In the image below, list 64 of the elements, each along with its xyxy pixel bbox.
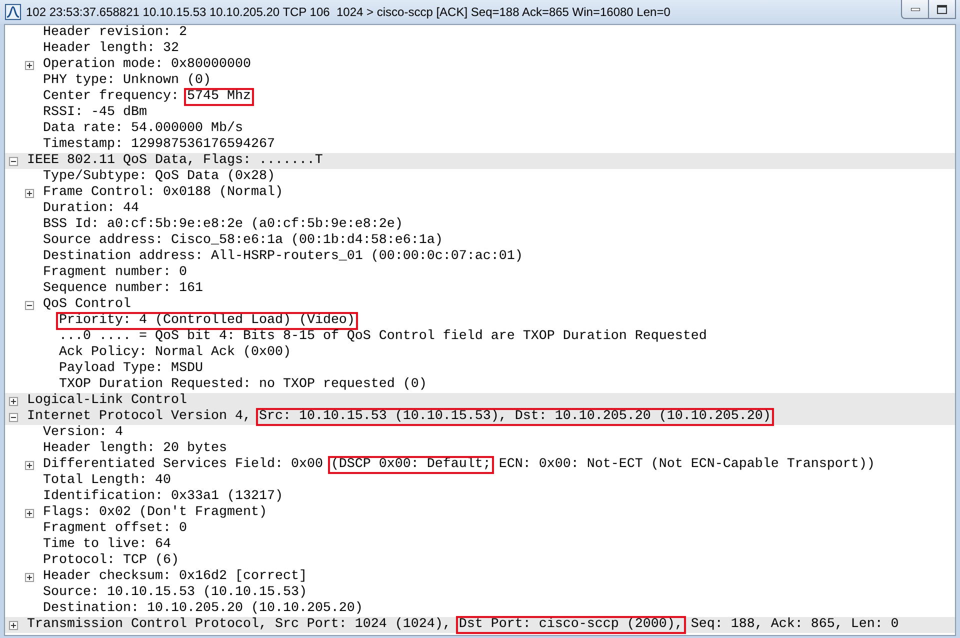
field-text: Data rate: 54.000000 Mb/s [43,121,243,137]
header-row[interactable]: Logical-Link Control [5,393,955,409]
expand-icon[interactable] [25,572,34,582]
field-text: Header length: 20 bytes [43,441,227,457]
highlighted-text: 5745 Mhz [184,89,253,105]
expand-icon[interactable] [9,396,18,406]
field-text: Timestamp: 129987536176594267 [43,137,275,153]
app-icon [5,4,21,20]
field-text: IEEE 802.11 QoS Data, Flags: .......T [27,153,323,169]
window-title: 102 23:53:37.658821 10.10.15.53 10.10.205.20 TCP 106 1024 > cisco-sccp [ACK] Seq=188 Ack=865 Win=16080 Len=0 [26,5,672,19]
field-text: Source: 10.10.15.53 (10.10.15.53) [43,585,307,601]
field-text: Header length: 32 [43,41,179,57]
field-text: Fragment offset: 0 [43,521,187,537]
highlighted-text: Src: 10.10.15.53 (10.10.15.53), Dst: 10.10.205.20 (10.10.205.20) [256,409,773,425]
field-text: Identification: 0x33a1 (13217) [43,489,283,505]
field-text: Source address: Cisco_58:e6:1a (00:1b:d4:58:e6:1a) [43,233,443,249]
field-text: RSSI: -45 dBm [43,105,147,121]
expand-icon[interactable] [25,508,34,518]
field-text: Frame Control: 0x0188 (Normal) [43,185,283,201]
field-text: Header checksum: 0x16d2 [correct] [43,569,307,585]
field-text: Internet Protocol Version 4, [27,409,252,425]
field-text: Time to live: 64 [43,537,171,553]
field-text: Duration: 44 [43,201,139,217]
field-text: ...0 .... = QoS bit 4: Bits 8-15 of QoS Control field are TXOP Duration Requested [59,329,707,345]
expand-icon[interactable] [25,188,34,198]
field-text: Total Length: 40 [43,473,171,489]
field-text: Protocol: TCP (6) [43,553,179,569]
field-text: Differentiated Services Field: 0x00 [43,457,324,473]
field-text: PHY type: Unknown (0) [43,73,211,89]
expand-icon[interactable] [9,620,18,630]
field-text: BSS Id: a0:cf:5b:9e:e8:2e (a0:cf:5b:9e:e8:2e) [43,217,403,233]
field-text: Flags: 0x02 (Don't Fragment) [43,505,267,521]
minimize-button[interactable] [901,0,929,19]
minimize-icon [910,8,920,10]
header-row[interactable]: IEEE 802.11 QoS Data, Flags: .......T [5,153,955,169]
field-text: Version: 4 [43,425,123,441]
field-text: TXOP Duration Requested: no TXOP requested (0) [59,377,427,393]
field-text: Logical-Link Control [27,393,187,409]
maximize-icon [937,4,947,14]
header-row[interactable]: Transmission Control Protocol, Src Port: 1024 (1024), Dst Port: cisco-sccp (2000), Seq: 188, Ack: 865, Len: 0 [5,617,955,633]
collapse-icon[interactable] [9,412,18,422]
maximize-button[interactable] [929,0,956,19]
collapse-icon[interactable] [9,156,18,166]
expand-icon[interactable] [25,60,34,70]
field-text: Destination: 10.10.205.20 (10.10.205.20) [43,601,363,617]
field-text: Payload Type: MSDU [59,361,203,377]
highlighted-text: Dst Port: cisco-sccp (2000), [456,617,685,633]
field-text: Transmission Control Protocol, Src Port: 1024 (1024), [27,617,452,633]
highlighted-text: (DSCP 0x00: Default; [328,457,493,473]
field-text: Destination address: All-HSRP-routers_01 (00:00:0c:07:ac:01) [43,249,523,265]
expand-icon[interactable] [25,460,34,470]
field-text: ECN: 0x00: Not-ECT (Not ECN-Capable Transport)) [498,457,875,473]
field-text: Center frequency: [43,89,180,105]
field-text: Type/Subtype: QoS Data (0x28) [43,169,275,185]
collapse-icon[interactable] [25,300,34,310]
field-text: Operation mode: 0x80000000 [43,57,251,73]
field-text: Seq: 188, Ack: 865, Len: 0 [690,617,899,633]
field-text: Ack Policy: Normal Ack (0x00) [59,345,291,361]
header-row[interactable]: Internet Protocol Version 4, Src: 10.10.15.53 (10.10.15.53), Dst: 10.10.205.20 (10.10.205.20) [5,409,955,425]
highlighted-text: Priority: 4 (Controlled Load) (Video) [57,313,357,329]
field-text: Fragment number: 0 [43,265,187,281]
field-text: Header revision: 2 [43,25,187,41]
field-text: Sequence number: 161 [43,281,203,297]
field-text: QoS Control [43,297,131,313]
